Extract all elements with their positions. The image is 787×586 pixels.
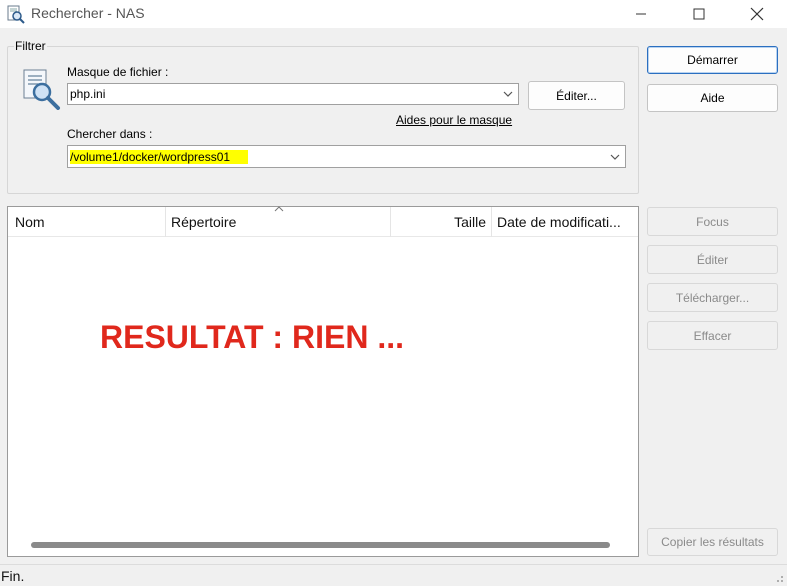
- title-bar: Rechercher - NAS: [0, 0, 787, 28]
- file-mask-value: php.ini: [70, 87, 106, 101]
- edit-result-button[interactable]: Éditer: [647, 245, 778, 274]
- search-files-icon: [7, 5, 25, 24]
- file-mask-combo[interactable]: php.ini: [67, 83, 519, 105]
- help-button[interactable]: Aide: [647, 84, 778, 112]
- minimize-button[interactable]: [612, 0, 670, 28]
- chevron-down-icon[interactable]: [502, 90, 514, 98]
- resize-grip-icon[interactable]: [774, 573, 784, 583]
- file-search-icon: [23, 69, 60, 110]
- minimize-icon: [636, 13, 646, 15]
- close-button[interactable]: [728, 0, 786, 28]
- close-icon: [750, 7, 764, 21]
- chevron-down-icon[interactable]: [609, 153, 621, 161]
- search-in-value: /volume1/docker/wordpress01: [70, 149, 249, 164]
- results-list[interactable]: Nom Répertoire Taille Date de modificati…: [7, 206, 639, 557]
- search-in-combo[interactable]: /volume1/docker/wordpress01: [67, 145, 626, 168]
- focus-button[interactable]: Focus: [647, 207, 778, 236]
- file-mask-label: Masque de fichier :: [67, 65, 169, 79]
- window-title: Rechercher - NAS: [31, 5, 145, 21]
- mask-help-link[interactable]: Aides pour le masque: [396, 113, 512, 127]
- maximize-icon: [693, 8, 705, 20]
- column-header-name[interactable]: Nom: [15, 207, 165, 237]
- column-header-modified[interactable]: Date de modificati...: [497, 207, 637, 237]
- column-header-directory[interactable]: Répertoire: [171, 207, 391, 237]
- result-annotation: RESULTAT : RIEN ...: [100, 319, 404, 355]
- filter-group-label: Filtrer: [14, 39, 47, 53]
- status-text: Fin.: [1, 568, 25, 584]
- maximize-button[interactable]: [670, 0, 728, 28]
- delete-button[interactable]: Effacer: [647, 321, 778, 350]
- column-header-size[interactable]: Taille: [396, 207, 486, 237]
- status-bar: Fin.: [0, 564, 787, 586]
- list-header: Nom Répertoire Taille Date de modificati…: [8, 206, 638, 237]
- search-in-label: Chercher dans :: [67, 127, 153, 141]
- horizontal-scrollbar[interactable]: [31, 542, 610, 548]
- download-button[interactable]: Télécharger...: [647, 283, 778, 312]
- start-button[interactable]: Démarrer: [647, 46, 778, 74]
- edit-mask-button[interactable]: Éditer...: [528, 81, 625, 110]
- copy-results-button[interactable]: Copier les résultats: [647, 528, 778, 556]
